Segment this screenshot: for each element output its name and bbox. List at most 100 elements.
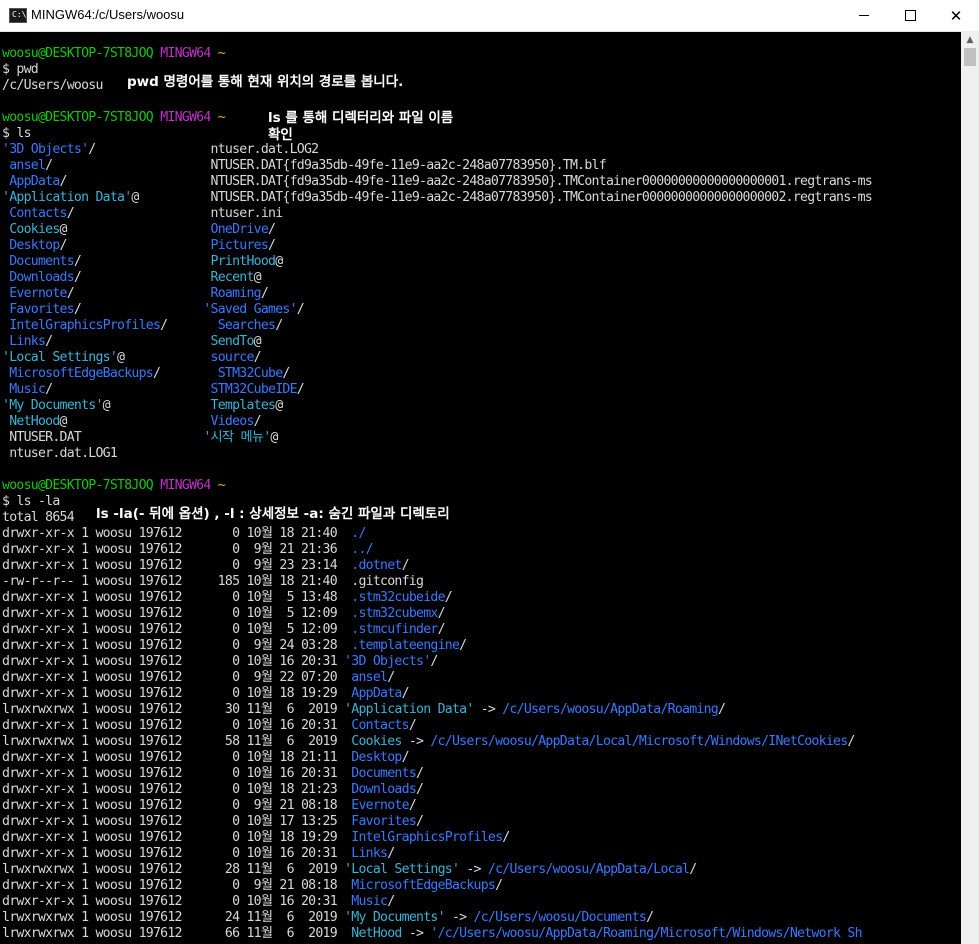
terminal-text-segment: ansel: [2, 158, 46, 173]
terminal-text-segment: 'Saved Games': [203, 302, 297, 317]
terminal-line: drwxr-xr-x 1 woosu 197612 0 10월 16 20:31…: [2, 894, 872, 910]
terminal-text-segment: drwxr-xr-x 1 woosu 197612 0 10월 16 20:31: [2, 654, 345, 669]
terminal-line: Links/ SendTo@: [2, 334, 872, 350]
terminal-text-segment: woosu@DESKTOP-7ST8JOQ: [2, 46, 154, 61]
title-bar[interactable]: C:\ MINGW64:/c/Users/woosu ✕: [0, 0, 979, 32]
terminal-text-segment: MINGW64: [160, 46, 211, 61]
terminal-text-segment: /: [66, 206, 211, 221]
terminal-text-segment: MINGW64: [160, 478, 211, 493]
terminal-line: drwxr-xr-x 1 woosu 197612 0 10월 16 20:31…: [2, 718, 872, 734]
terminal-text-segment: drwxr-xr-x 1 woosu 197612 0 10월 5 12:09: [2, 606, 352, 621]
terminal-window: C:\ MINGW64:/c/Users/woosu ✕ woosu@DESKT…: [0, 0, 979, 944]
terminal-text-segment: Pictures: [210, 238, 269, 253]
terminal-text-segment: /: [717, 702, 726, 717]
terminal-line: drwxr-xr-x 1 woosu 197612 0 10월 16 20:31…: [2, 766, 872, 782]
terminal-text-segment: drwxr-xr-x 1 woosu 197612 0 9월 21 21:36: [2, 542, 352, 557]
terminal-text-segment: /: [45, 382, 211, 397]
terminal-text-segment: ntuser.dat.LOG1: [2, 446, 118, 461]
terminal-text-segment: /: [88, 142, 211, 157]
vertical-scrollbar[interactable]: ▲: [961, 31, 979, 944]
terminal-text-segment: /: [689, 862, 697, 877]
terminal-text-segment: ~: [210, 110, 226, 125]
terminal-line: drwxr-xr-x 1 woosu 197612 0 10월 5 13:48 …: [2, 590, 872, 606]
scroll-up-icon[interactable]: ▲: [961, 31, 979, 48]
terminal-text-segment: IntelGraphicsProfiles: [2, 318, 161, 333]
terminal-text-segment: lrwxrwxrwx 1 woosu 197612 28 11월 6 2019: [2, 862, 345, 877]
terminal-text-segment: lrwxrwxrwx 1 woosu 197612 24 11월 6 2019: [2, 910, 345, 925]
terminal-line: ntuser.dat.LOG1: [2, 446, 872, 462]
terminal-text-segment: /: [268, 222, 276, 237]
maximize-button[interactable]: [887, 0, 933, 31]
scrollbar-thumb[interactable]: [964, 48, 976, 66]
terminal-text-segment: drwxr-xr-x 1 woosu 197612 0 10월 18 21:11: [2, 750, 352, 765]
terminal-text-segment: /c/Users/woosu/AppData/Roaming: [502, 702, 718, 717]
terminal-text-segment: drwxr-xr-x 1 woosu 197612 0 10월 18 19:29: [2, 830, 352, 845]
terminal-line: 'Local Settings'@ source/: [2, 350, 872, 366]
terminal-text-segment: /: [416, 814, 424, 829]
terminal-line: MicrosoftEdgeBackups/ STM32Cube/: [2, 366, 872, 382]
terminal-line: drwxr-xr-x 1 woosu 197612 0 10월 18 21:23…: [2, 782, 872, 798]
terminal-text-segment: /: [387, 894, 395, 909]
terminal-line: ansel/ NTUSER.DAT{fd9a35db-49fe-11e9-aa2…: [2, 158, 872, 174]
terminal-line: Documents/ PrintHood@: [2, 254, 872, 270]
terminal-text-segment: Desktop: [351, 750, 402, 765]
terminal-line: woosu@DESKTOP-7ST8JOQ MINGW64 ~: [2, 478, 872, 494]
terminal-text-segment: Downloads: [351, 782, 417, 797]
terminal-text-segment: /: [401, 686, 410, 701]
terminal-text-segment: 'Application Data': [2, 190, 132, 205]
terminal-lines: woosu@DESKTOP-7ST8JOQ MINGW64 ~ $ pwd/c/U…: [2, 46, 873, 942]
terminal-text-segment: /: [444, 590, 453, 605]
terminal-text-segment: drwxr-xr-x 1 woosu 197612 0 10월 18 19:29: [2, 686, 352, 701]
terminal-text-segment: $ ls -la: [2, 494, 60, 509]
terminal-text-segment: PrintHood: [210, 254, 276, 269]
terminal-text-segment: NetHood: [2, 414, 60, 429]
terminal-text-segment: /c/Users/woosu/AppData/Local/Microsoft/W…: [430, 734, 848, 749]
close-button[interactable]: ✕: [933, 0, 979, 31]
terminal-app-icon[interactable]: C:\: [9, 8, 27, 23]
annotation-ls-line1: ls 를 통해 디렉터리와 파일 이름: [268, 110, 454, 126]
terminal-text-segment: /: [275, 318, 283, 333]
terminal-line: drwxr-xr-x 1 woosu 197612 0 10월 18 19:29…: [2, 686, 872, 702]
terminal-text-segment: Evernote: [351, 798, 409, 813]
terminal-line: drwxr-xr-x 1 woosu 197612 0 10월 17 13:25…: [2, 814, 872, 830]
terminal-text-segment: /: [416, 766, 424, 781]
terminal-text-segment: /c/Users/woosu: [2, 78, 103, 93]
terminal-text-segment: /: [646, 910, 654, 925]
terminal-line: lrwxrwxrwx 1 woosu 197612 66 11월 6 2019 …: [2, 926, 872, 942]
terminal-text-segment: drwxr-xr-x 1 woosu 197612 0 10월 18 21:40: [2, 526, 352, 541]
terminal-text-segment: /: [73, 270, 211, 285]
terminal-text-segment: Roaming: [210, 286, 262, 301]
terminal-line: 'Application Data'@ NTUSER.DAT{fd9a35db-…: [2, 190, 873, 206]
terminal-text-segment: /: [73, 302, 204, 317]
terminal-text-segment: ./: [351, 526, 366, 541]
minimize-icon: [859, 15, 869, 16]
terminal-line: Cookies@ OneDrive/: [2, 222, 872, 238]
terminal-text-segment: Searches: [217, 318, 276, 333]
terminal-text-segment: /: [253, 350, 262, 365]
terminal-text-segment: /: [459, 638, 467, 653]
terminal-text-segment: Desktop: [2, 238, 60, 253]
terminal-text-segment: drwxr-xr-x 1 woosu 197612 0 9월 21 08:18: [2, 878, 352, 893]
terminal-line: drwxr-xr-x 1 woosu 197612 0 9월 22 07:20 …: [2, 670, 872, 686]
minimize-button[interactable]: [841, 0, 887, 31]
terminal-text-segment: AppData: [351, 686, 402, 701]
terminal-text-segment: 'My Documents': [344, 910, 445, 925]
terminal-line: lrwxrwxrwx 1 woosu 197612 24 11월 6 2019 …: [2, 910, 872, 926]
terminal-line: drwxr-xr-x 1 woosu 197612 0 10월 16 20:31…: [2, 846, 872, 862]
terminal-text-segment: ~: [210, 46, 226, 61]
terminal-text-segment: woosu@DESKTOP-7ST8JOQ: [2, 110, 154, 125]
terminal-text-segment: @: [59, 222, 211, 237]
terminal-text-segment: /: [387, 846, 395, 861]
terminal-line: lrwxrwxrwx 1 woosu 197612 30 11월 6 2019 …: [2, 702, 872, 718]
terminal-output[interactable]: woosu@DESKTOP-7ST8JOQ MINGW64 ~ $ pwd/c/U…: [0, 31, 961, 944]
terminal-text-segment: drwxr-xr-x 1 woosu 197612 0 10월 16 20:31: [2, 894, 352, 909]
terminal-text-segment: ../: [351, 542, 373, 557]
terminal-text-segment: /: [401, 558, 410, 573]
terminal-line: -rw-r--r-- 1 woosu 197612 185 10월 18 21:…: [2, 574, 872, 590]
terminal-text-segment: /: [160, 318, 218, 333]
terminal-text-segment: /c/Users/woosu/Documents: [473, 910, 647, 925]
terminal-line: $ ls: [2, 126, 872, 142]
terminal-line: NTUSER.DAT '시작 메뉴'@: [2, 430, 872, 446]
terminal-text-segment: /: [282, 366, 290, 381]
terminal-text-segment: /: [59, 238, 211, 253]
